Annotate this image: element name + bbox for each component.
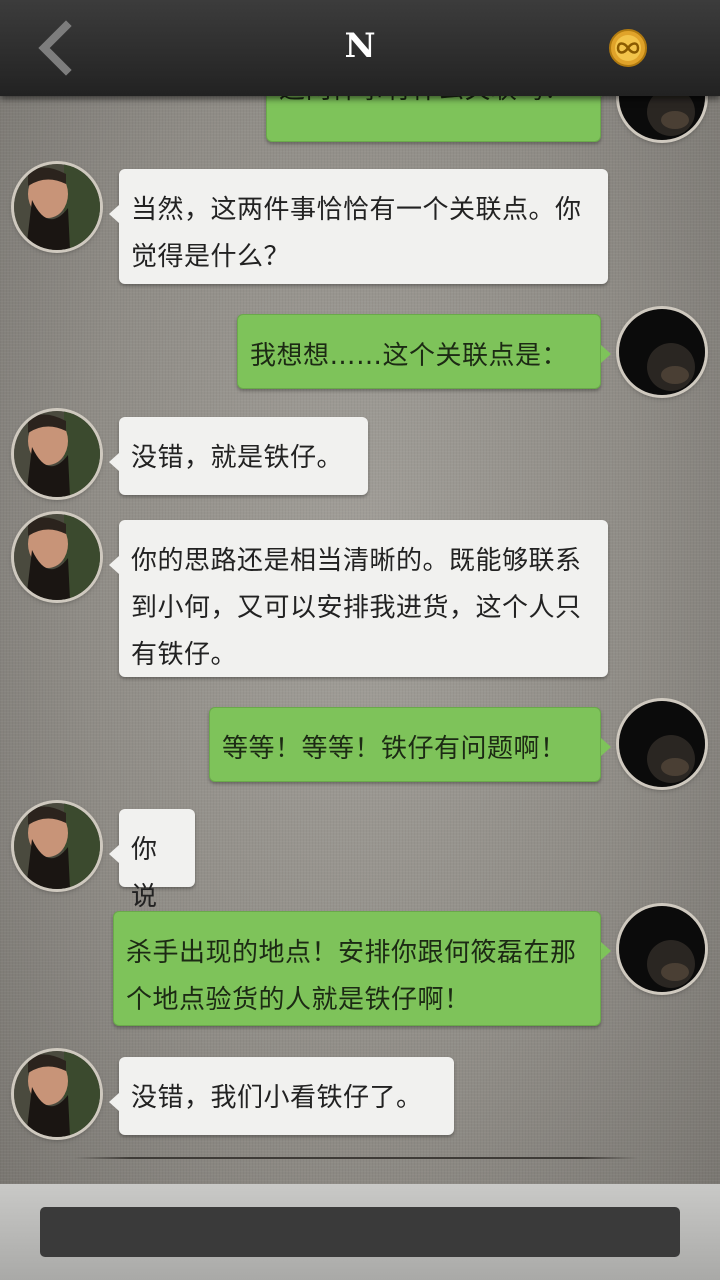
message-bubble-outgoing: 等等！等等！铁仔有问题啊！ xyxy=(209,707,611,782)
infinity-coin-icon xyxy=(609,29,647,67)
message-bubble-incoming: 你的思路还是相当清晰的。既能够联系到小何，又可以安排我进货，这个人只有铁仔。 xyxy=(109,520,608,677)
coin-button[interactable] xyxy=(608,28,648,68)
message-text: 没错，我们小看铁仔了。 xyxy=(131,1083,423,1113)
message-text: 等等！等等！铁仔有问题啊！ xyxy=(222,734,567,764)
message-bubble-outgoing: 杀手出现的地点！安排你跟何筱磊在那个地点验货的人就是铁仔啊！ xyxy=(113,911,611,1026)
message-input[interactable] xyxy=(40,1207,680,1257)
message-text: 当然，这两件事恰恰有一个关联点。你觉得是什么？ xyxy=(131,195,582,272)
message-bubble-outgoing: 我想想……这个关联点是： xyxy=(237,314,611,389)
contact-avatar[interactable] xyxy=(14,803,100,889)
dark-avatar-icon xyxy=(619,309,705,395)
my-avatar[interactable] xyxy=(619,96,705,140)
top-bar: N xyxy=(0,0,720,96)
dark-avatar-icon xyxy=(619,906,705,992)
bottom-bar xyxy=(0,1184,720,1280)
divider xyxy=(74,1157,638,1159)
message-text: 这两件事有什么关联吗？ xyxy=(279,96,571,105)
contact-avatar[interactable] xyxy=(14,514,100,600)
my-avatar[interactable] xyxy=(619,701,705,787)
bearded-man-avatar-icon xyxy=(14,411,100,497)
my-avatar[interactable] xyxy=(619,906,705,992)
bearded-man-avatar-icon xyxy=(14,1051,100,1137)
message-text: 杀手出现的地点！安排你跟何筱磊在那个地点验货的人就是铁仔啊！ xyxy=(126,938,577,1015)
contact-avatar[interactable] xyxy=(14,411,100,497)
my-avatar[interactable] xyxy=(619,309,705,395)
message-bubble-incoming: 你说 xyxy=(109,809,195,912)
message-text: 你的思路还是相当清晰的。既能够联系到小何，又可以安排我进货，这个人只有铁仔。 xyxy=(131,546,582,670)
message-bubble-incoming: 没错，就是铁仔。 xyxy=(109,417,368,495)
message-bubble-incoming: 当然，这两件事恰恰有一个关联点。你觉得是什么？ xyxy=(109,169,608,284)
message-bubble-incoming: 没错，我们小看铁仔了。 xyxy=(109,1057,454,1135)
bearded-man-avatar-icon xyxy=(14,803,100,889)
dark-avatar-icon xyxy=(619,96,705,140)
message-text: 我想想……这个关联点是： xyxy=(250,341,569,371)
bearded-man-avatar-icon xyxy=(14,514,100,600)
dark-avatar-icon xyxy=(619,701,705,787)
contact-avatar[interactable] xyxy=(14,1051,100,1137)
message-text: 没错，就是铁仔。 xyxy=(131,443,344,473)
contact-avatar[interactable] xyxy=(14,164,100,250)
message-list[interactable]: 这两件事有什么关联吗？ 当然，这两件事恰恰有一个关联点。你觉得是什么？ 我想想…… xyxy=(0,96,720,1176)
message-bubble-outgoing: 这两件事有什么关联吗？ xyxy=(266,96,611,142)
message-text: 你说 xyxy=(131,835,158,912)
bearded-man-avatar-icon xyxy=(14,164,100,250)
